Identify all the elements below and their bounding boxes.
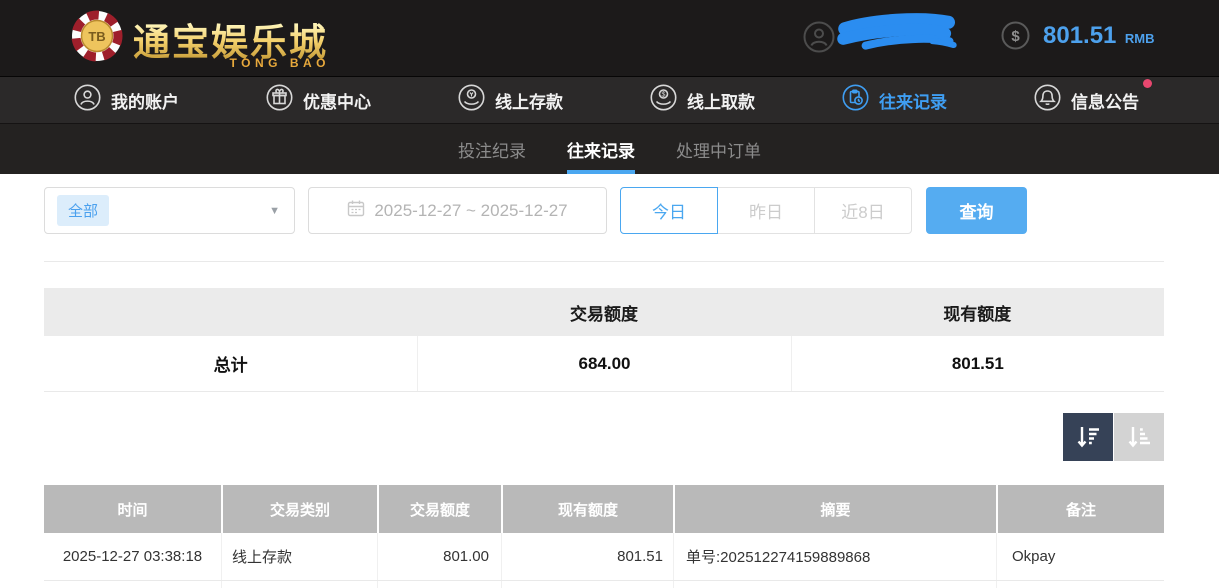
bell-icon [1034, 84, 1061, 116]
deposit-coin-icon [458, 84, 485, 116]
tab-pending-orders[interactable]: 处理中订单 [676, 124, 761, 174]
nav-label: 线上存款 [495, 88, 563, 113]
main-content: 全部 ▼ 2025-12-27 ~ 2025-12-27 今日 昨日 近8日 查… [0, 187, 1219, 588]
col-header-remark: 备注 [996, 485, 1164, 533]
balance-coin-icon: $ [1001, 21, 1030, 55]
username-redacted-scribble [837, 13, 959, 58]
sub-nav: 投注纪录 往来记录 处理中订单 [0, 123, 1219, 174]
last-8-days-button[interactable]: 近8日 [814, 187, 912, 234]
type-select[interactable]: 全部 ▼ [44, 187, 295, 234]
brand-name-en: TONG BAO [230, 56, 330, 70]
sort-descending-button[interactable] [1063, 413, 1113, 461]
col-header-current-amount: 现有额度 [501, 485, 673, 533]
summary-total-row: 总计 684.00 801.51 [44, 336, 1164, 392]
cell-trade-amount: 801.00 [377, 533, 501, 580]
nav-item-deposit[interactable]: 线上存款 [458, 84, 563, 116]
section-divider [44, 261, 1164, 262]
brand-logo[interactable]: TB 通宝娱乐城 TONG BAO [70, 9, 328, 68]
summary-table: 交易额度 现有额度 总计 684.00 801.51 [44, 288, 1164, 392]
col-header-summary: 摘要 [673, 485, 996, 533]
col-header-trade-amount: 交易额度 [377, 485, 501, 533]
nav-label: 线上取款 [687, 88, 755, 113]
cell-remark: Okpay [996, 533, 1164, 580]
tab-betting-records[interactable]: 投注纪录 [458, 124, 526, 174]
nav-item-withdraw[interactable]: $ 线上取款 [650, 84, 755, 116]
filter-row: 全部 ▼ 2025-12-27 ~ 2025-12-27 今日 昨日 近8日 查… [44, 187, 1164, 234]
calendar-icon [347, 199, 365, 222]
balance-amount: 801.51 [1043, 22, 1116, 49]
nav-item-promotions[interactable]: 优惠中心 [266, 84, 371, 116]
nav-item-my-account[interactable]: 我的账户 [74, 84, 179, 116]
summary-total-label: 总计 [44, 336, 417, 391]
svg-text:TB: TB [88, 29, 105, 44]
nav-item-transaction-records[interactable]: 往来记录 [842, 84, 947, 116]
records-clipboard-icon [842, 84, 869, 116]
sort-ascending-button[interactable] [1114, 413, 1164, 461]
tab-transaction-records[interactable]: 往来记录 [567, 124, 635, 174]
nav-label: 我的账户 [111, 88, 179, 113]
quick-date-group: 今日 昨日 近8日 [620, 187, 912, 234]
chevron-down-icon: ▼ [269, 205, 280, 217]
svg-text:$: $ [1011, 28, 1020, 45]
nav-item-announcements[interactable]: 信息公告 [1034, 84, 1139, 116]
date-range-value: 2025-12-27 ~ 2025-12-27 [374, 201, 567, 221]
type-select-value: 全部 [57, 195, 109, 226]
svg-text:$: $ [662, 92, 666, 99]
table-row-partial [44, 581, 1164, 588]
summary-header-trade-amount: 交易额度 [417, 288, 790, 336]
cell-time: 2025-12-27 03:38:18 [44, 533, 221, 580]
today-button[interactable]: 今日 [620, 187, 718, 234]
cell-current-amount: 801.51 [501, 533, 673, 580]
yesterday-button[interactable]: 昨日 [717, 187, 815, 234]
top-bar: TB 通宝娱乐城 TONG BAO [0, 0, 1219, 76]
col-header-time: 时间 [44, 485, 221, 533]
summary-header-row: 交易额度 现有额度 [44, 288, 1164, 336]
withdraw-coin-icon: $ [650, 84, 677, 116]
poker-chip-icon: TB [70, 9, 124, 68]
balance-currency: RMB [1125, 31, 1155, 46]
notification-dot [1143, 79, 1152, 88]
nav-label: 信息公告 [1071, 88, 1139, 113]
col-header-type: 交易类别 [221, 485, 377, 533]
table-row: 2025-12-27 03:38:18 线上存款 801.00 801.51 单… [44, 533, 1164, 581]
table-header-row: 时间 交易类别 交易额度 现有额度 摘要 备注 [44, 485, 1164, 533]
summary-current-amount: 801.51 [791, 336, 1164, 391]
header-account-area: $ 801.51 RMB [799, 0, 1219, 76]
cell-type: 线上存款 [221, 533, 377, 580]
user-avatar-icon [803, 21, 835, 58]
main-nav: 我的账户 优惠中心 线上存款 $ [0, 76, 1219, 123]
summary-trade-amount: 684.00 [417, 336, 790, 391]
summary-header-empty [44, 288, 417, 336]
summary-header-current-amount: 现有额度 [791, 288, 1164, 336]
account-balance: 801.51 RMB [1043, 22, 1154, 50]
nav-label: 优惠中心 [303, 88, 371, 113]
gift-icon [266, 84, 293, 116]
query-button[interactable]: 查询 [926, 187, 1027, 234]
cell-summary: 单号:202512274159889868 [673, 533, 996, 580]
user-icon [74, 84, 101, 116]
transactions-table: 时间 交易类别 交易额度 现有额度 摘要 备注 2025-12-27 03:38… [44, 485, 1164, 588]
date-range-input[interactable]: 2025-12-27 ~ 2025-12-27 [308, 187, 607, 234]
sort-controls [44, 413, 1164, 461]
nav-label: 往来记录 [879, 88, 947, 113]
